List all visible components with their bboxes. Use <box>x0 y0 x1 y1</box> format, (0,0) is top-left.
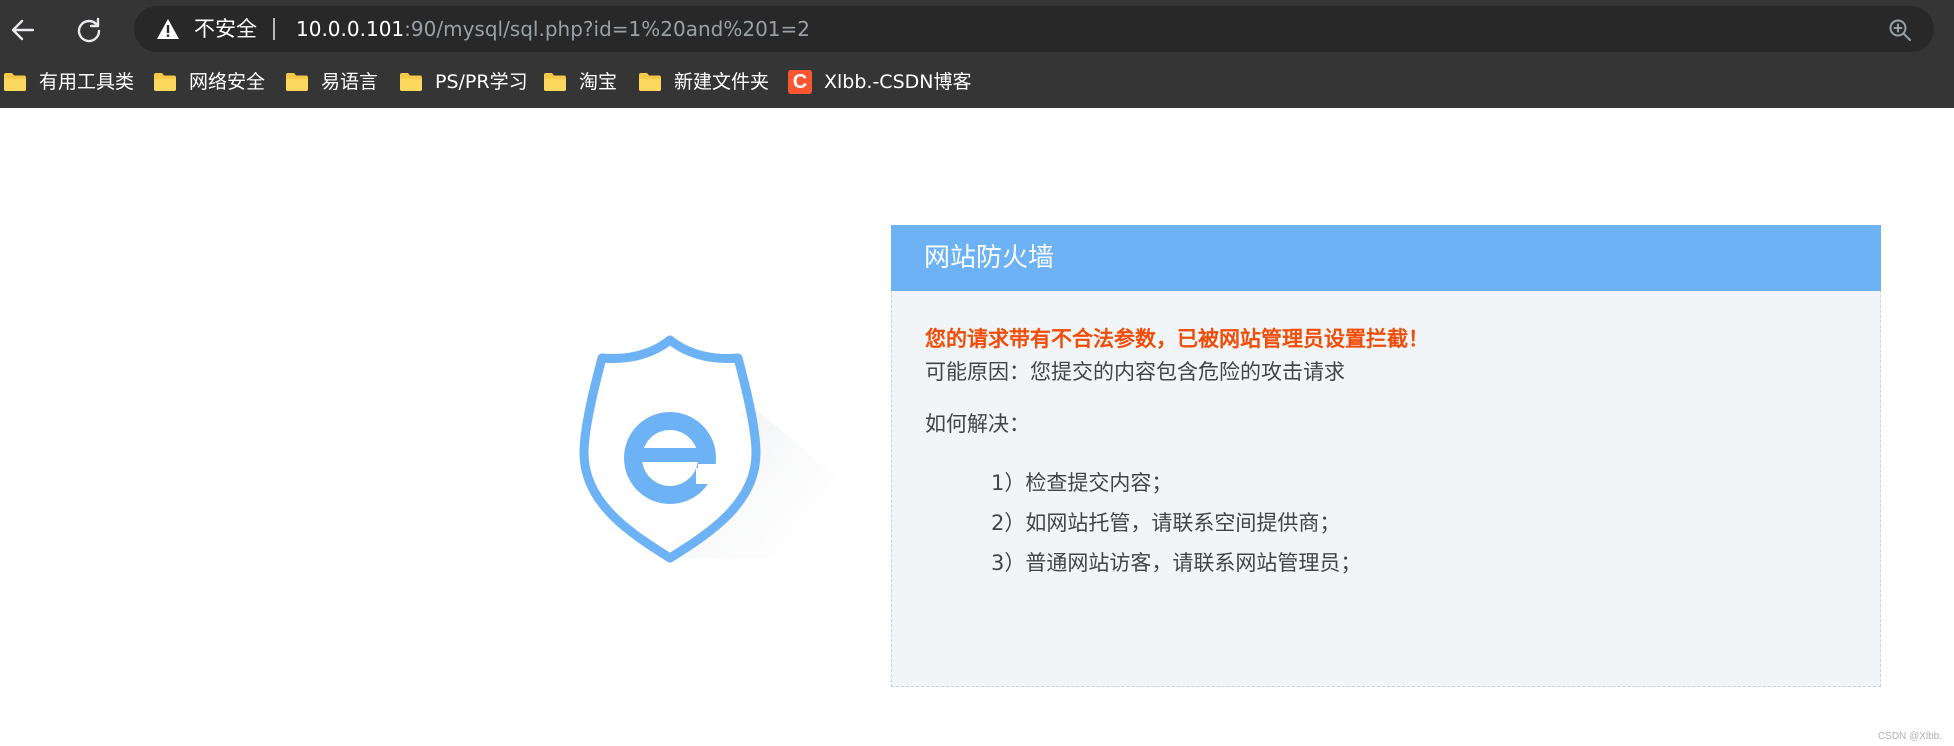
solution-heading: 如何解决： <box>925 412 1030 436</box>
bookmark-folder-taobao[interactable]: 淘宝 <box>543 62 617 102</box>
folder-icon <box>639 73 661 91</box>
firewall-panel: 网站防火墙 您的请求带有不合法参数，已被网站管理员设置拦截！ 可能原因：您提交的… <box>891 225 1881 687</box>
csdn-watermark: CSDN @Xlbb. <box>1877 731 1942 742</box>
url-host: 10.0.0.101 <box>296 17 405 41</box>
url-text[interactable]: 10.0.0.101:90/mysql/sql.php?id=1%20and%2… <box>296 16 810 42</box>
bookmark-folder-pspr[interactable]: PS/PR学习 <box>399 62 528 102</box>
bookmark-label: PS/PR学习 <box>435 71 528 93</box>
bookmark-label: 有用工具类 <box>39 71 135 93</box>
bookmark-folder-security[interactable]: 网络安全 <box>153 62 265 102</box>
bookmark-csdn-blog[interactable]: C Xlbb.-CSDN博客 <box>788 62 971 102</box>
browser-chrome: 不安全 10.0.0.101:90/mysql/sql.php?id=1%20a… <box>0 0 1954 108</box>
address-bar[interactable]: 不安全 10.0.0.101:90/mysql/sql.php?id=1%20a… <box>134 6 1934 52</box>
firewall-panel-header: 网站防火墙 <box>891 225 1881 291</box>
reload-icon <box>77 17 101 43</box>
bookmark-folder-tools[interactable]: 有用工具类 <box>3 62 134 102</box>
page-content: 网站防火墙 您的请求带有不合法参数，已被网站管理员设置拦截！ 可能原因：您提交的… <box>0 108 1954 746</box>
warning-triangle-icon[interactable] <box>156 18 180 40</box>
url-path: :90/mysql/sql.php?id=1%20and%201=2 <box>404 17 810 41</box>
folder-icon <box>286 73 308 91</box>
bookmark-label: Xlbb.-CSDN博客 <box>824 71 972 93</box>
solution-step: 3）普通网站访客，请联系网站管理员； <box>991 551 1362 575</box>
bookmark-folder-eyuyan[interactable]: 易语言 <box>285 62 378 102</box>
back-arrow-icon <box>11 19 35 41</box>
folder-icon <box>400 73 422 91</box>
back-button[interactable] <box>3 10 43 50</box>
omnibox-divider <box>273 18 275 40</box>
bookmark-folder-new[interactable]: 新建文件夹 <box>638 62 769 102</box>
bookmarks-bar: 有用工具类 网络安全 易语言 PS/PR学习 淘宝 新建文件夹 C Xlbb.-… <box>0 62 1954 102</box>
folder-icon <box>544 73 566 91</box>
csdn-logo-icon: C <box>788 70 812 94</box>
bookmark-label: 淘宝 <box>579 71 618 93</box>
solution-steps: 1）检查提交内容； 2）如网站托管，请联系空间提供商； 3）普通网站访客，请联系… <box>991 463 1361 583</box>
zoom-icon[interactable] <box>1888 18 1912 42</box>
block-reason: 可能原因：您提交的内容包含危险的攻击请求 <box>925 360 1345 384</box>
block-alert-message: 您的请求带有不合法参数，已被网站管理员设置拦截！ <box>925 327 1429 351</box>
browser-toolbar: 不安全 10.0.0.101:90/mysql/sql.php?id=1%20a… <box>0 0 1954 58</box>
bookmark-label: 网络安全 <box>189 71 266 93</box>
shield-e-logo-icon <box>579 335 850 563</box>
bookmark-label: 易语言 <box>321 71 379 93</box>
security-status-label[interactable]: 不安全 <box>194 16 257 42</box>
folder-icon <box>4 73 26 91</box>
solution-step: 2）如网站托管，请联系空间提供商； <box>991 511 1341 535</box>
solution-step: 1）检查提交内容； <box>991 471 1173 495</box>
reload-button[interactable] <box>69 10 109 50</box>
firewall-title: 网站防火墙 <box>924 243 1055 273</box>
bookmark-label: 新建文件夹 <box>674 71 770 93</box>
folder-icon <box>154 73 176 91</box>
